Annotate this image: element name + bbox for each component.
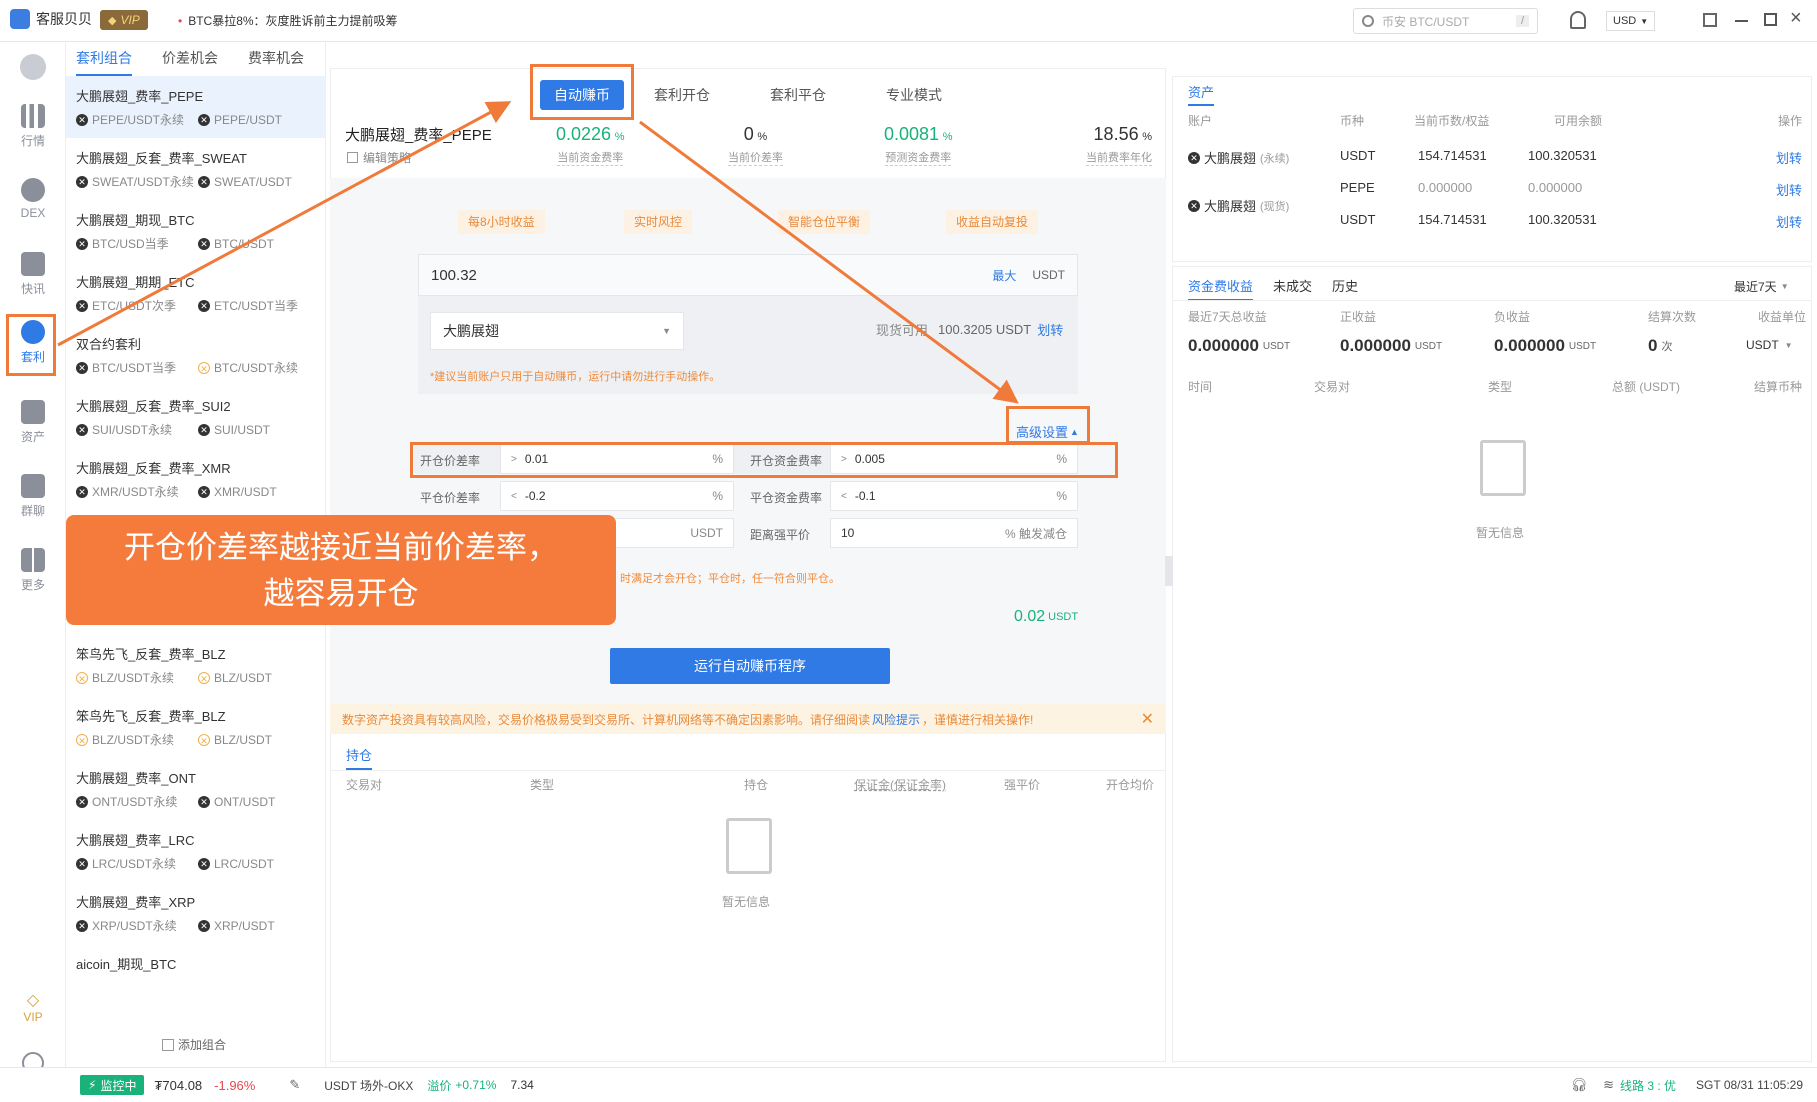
usdt-change: -1.96%: [214, 1077, 256, 1093]
arrow-tab-to-advanced: [639, 120, 1019, 404]
annotation-callout: 开仓价差率越接近当前价差率， 越容易开仓: [66, 515, 616, 625]
status-bar: ⚡ 监控中 ₮704.08 -1.96% ✎ USDT 场外-OKX 溢价 +0.…: [0, 1067, 1817, 1102]
usdt-price: ₮704.08: [154, 1077, 203, 1093]
monitor-badge[interactable]: ⚡ 监控中: [80, 1075, 145, 1095]
network-line[interactable]: 线路 3 : 优: [1620, 1077, 1676, 1094]
pencil-icon[interactable]: ✎: [289, 1077, 300, 1093]
bolt-icon: ⚡: [88, 1078, 97, 1092]
otc-pair: USDT 场外-OKX: [324, 1078, 414, 1093]
clock-time: SGT 08/31 11:05:29: [1696, 1078, 1803, 1092]
arrow-nav-to-tab: [57, 101, 512, 347]
wifi-icon: ≋: [1603, 1077, 1615, 1092]
headset-icon[interactable]: 🎧︎: [1571, 1077, 1588, 1093]
